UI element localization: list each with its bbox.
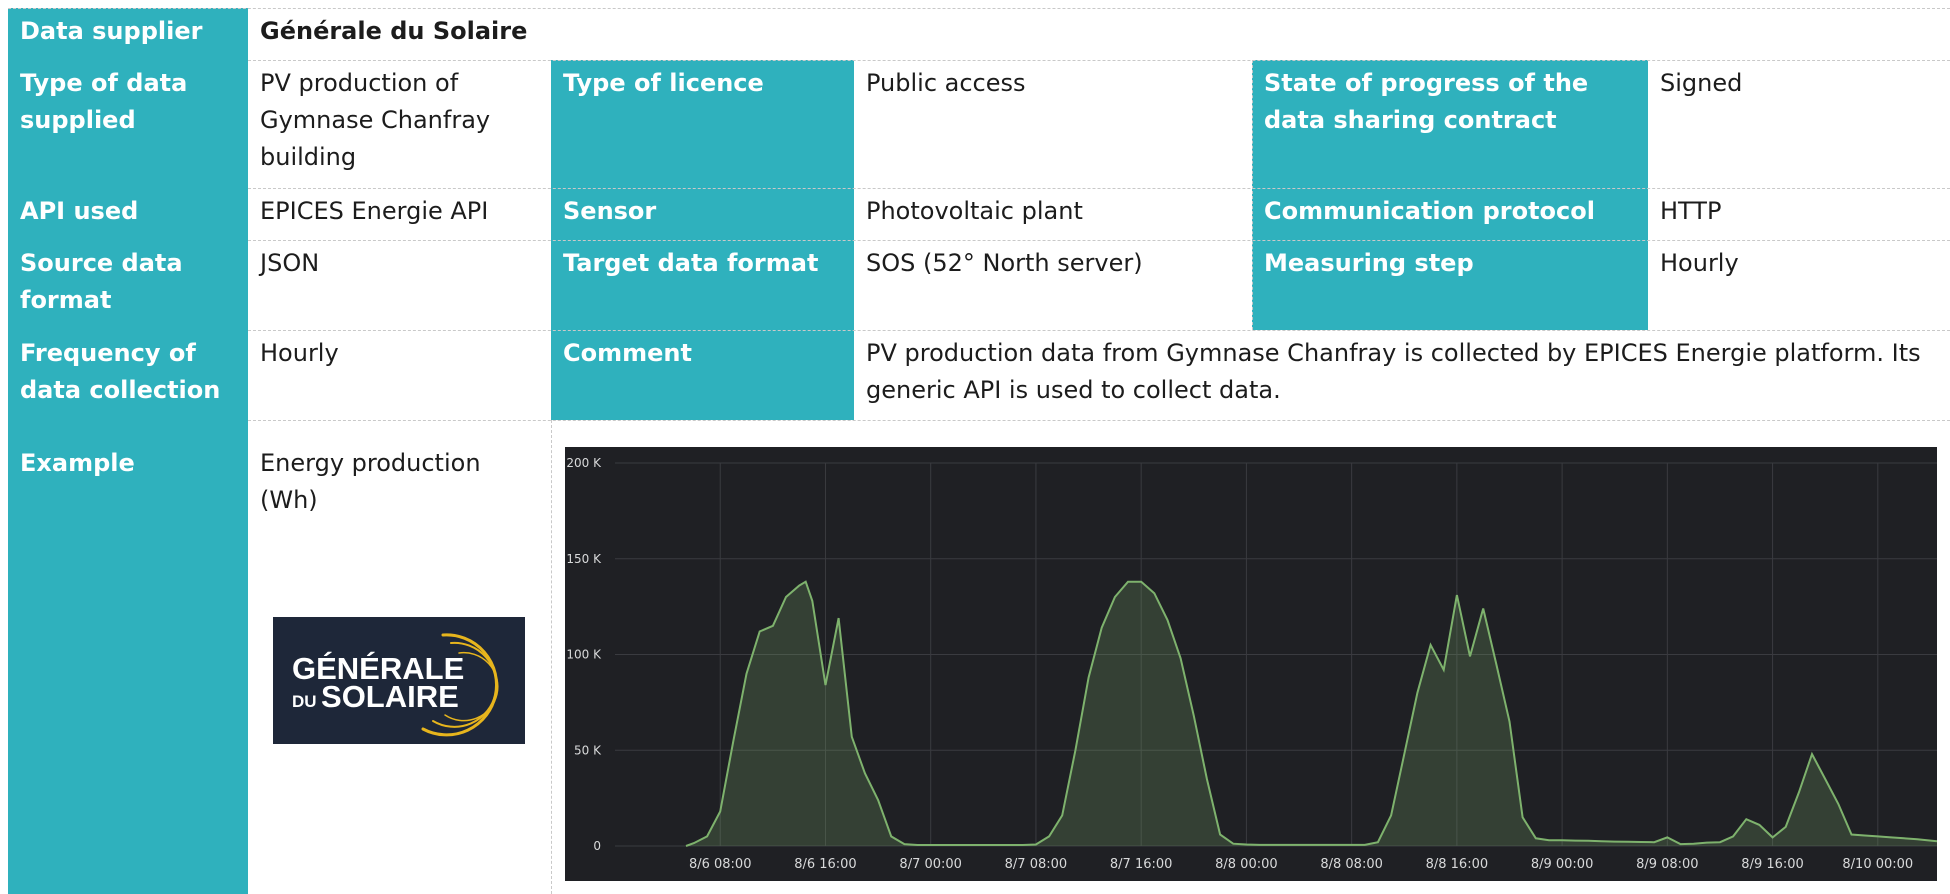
x-tick-label: 8/6 08:00 [689, 857, 752, 872]
sensor-label: Sensor [551, 188, 854, 240]
generale-du-solaire-logo: GÉNÉRALE DU SOLAIRE [273, 617, 525, 744]
x-tick-label: 8/9 16:00 [1741, 857, 1804, 872]
y-tick-label: 200 K [566, 456, 602, 470]
table-row-divider [248, 420, 1950, 421]
contract-progress-label: State of progress of the data sharing co… [1252, 60, 1648, 188]
data-supplier-label: Data supplier [8, 8, 248, 60]
x-tick-label: 8/7 08:00 [1005, 857, 1068, 872]
x-tick-label: 8/7 00:00 [899, 857, 962, 872]
communication-protocol-value: HTTP [1648, 188, 1950, 240]
comment-value: PV production data from Gymnase Chanfray… [854, 330, 1950, 420]
x-tick-label: 8/8 16:00 [1426, 857, 1489, 872]
example-label: Example [8, 420, 248, 894]
api-used-value: EPICES Energie API [248, 188, 551, 240]
target-data-format-value: SOS (52° North server) [854, 240, 1252, 330]
measuring-step-value: Hourly [1648, 240, 1950, 330]
table-border-top [8, 8, 1950, 9]
energy-production-chart: 0 50 K 100 K 150 K 200 K 8/6 08:00 8/6 16:00 8/… [565, 447, 1938, 881]
data-supplier-value: Générale du Solaire [248, 8, 1950, 60]
series-area [686, 581, 1937, 846]
type-of-licence-label: Type of licence [551, 60, 854, 188]
table-row-divider [248, 240, 1950, 241]
chart-svg: 0 50 K 100 K 150 K 200 K 8/6 08:00 8/6 16:00 8/… [566, 456, 1938, 872]
y-tick-label: 50 K [574, 743, 602, 757]
y-tick-label: 100 K [566, 648, 602, 662]
measuring-step-label: Measuring step [1252, 240, 1648, 330]
sensor-value: Photovoltaic plant [854, 188, 1252, 240]
communication-protocol-label: Communication protocol [1252, 188, 1648, 240]
contract-progress-value: Signed [1648, 60, 1950, 188]
table-row-divider [248, 330, 1950, 331]
collection-frequency-value: Hourly [248, 330, 551, 420]
type-of-data-label: Type of data supplied [8, 60, 248, 188]
logo-text-solaire: SOLAIRE [321, 679, 459, 714]
table-col-divider [551, 420, 552, 894]
x-tick-label: 8/9 08:00 [1636, 857, 1699, 872]
comment-label: Comment [551, 330, 854, 420]
table-col-divider [1252, 60, 1253, 330]
source-data-format-value: JSON [248, 240, 551, 330]
table-row-divider [248, 188, 1950, 189]
x-tick-label: 8/6 16:00 [794, 857, 857, 872]
type-of-licence-value: Public access [854, 60, 1252, 188]
y-tick-label: 150 K [566, 552, 602, 566]
x-tick-label: 8/8 08:00 [1320, 857, 1383, 872]
api-used-label: API used [8, 188, 248, 240]
x-tick-label: 8/9 00:00 [1531, 857, 1594, 872]
x-tick-label: 8/8 00:00 [1215, 857, 1278, 872]
x-tick-label: 8/10 00:00 [1842, 857, 1913, 872]
type-of-data-value: PV production of Gymnase Chanfray buildi… [248, 60, 551, 188]
collection-frequency-label: Frequency of data collection [8, 330, 248, 420]
target-data-format-label: Target data format [551, 240, 854, 330]
source-data-format-label: Source data format [8, 240, 248, 330]
table-row-divider [248, 60, 1950, 61]
logo-text-line2: DU SOLAIRE [292, 679, 459, 715]
y-tick-label: 0 [593, 839, 601, 853]
logo-text-du: DU [292, 692, 317, 711]
x-tick-label: 8/7 16:00 [1110, 857, 1173, 872]
